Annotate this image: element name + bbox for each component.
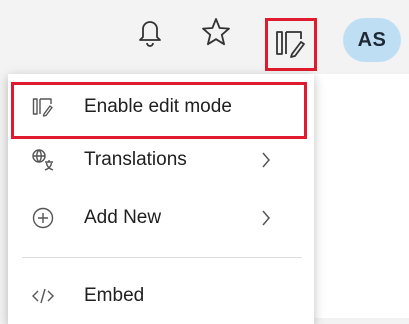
add-circle-icon <box>30 205 56 231</box>
chevron-right-icon <box>259 149 273 171</box>
menu-item-label: Add New <box>84 207 162 228</box>
favorite-button[interactable] <box>196 12 236 52</box>
edit-toggle-highlight <box>265 18 317 71</box>
avatar-initials: AS <box>357 28 387 51</box>
chevron-right-icon <box>259 207 273 229</box>
menu-item-embed[interactable]: Embed <box>8 273 314 319</box>
menu-item-translations[interactable]: Translations <box>8 137 314 183</box>
menu-item-add-new[interactable]: Add New <box>8 195 314 241</box>
edit-mode-item-highlight <box>11 82 307 139</box>
notifications-button[interactable] <box>130 12 170 52</box>
code-icon <box>30 283 56 309</box>
bell-icon <box>139 21 161 47</box>
top-bar: AS <box>0 0 409 64</box>
avatar[interactable]: AS <box>343 18 401 62</box>
menu-item-label: Embed <box>84 285 145 306</box>
translate-icon <box>30 147 56 173</box>
menu-divider <box>22 257 302 258</box>
menu-item-label: Translations <box>84 149 187 170</box>
page-content <box>314 74 409 318</box>
star-icon <box>202 18 230 46</box>
